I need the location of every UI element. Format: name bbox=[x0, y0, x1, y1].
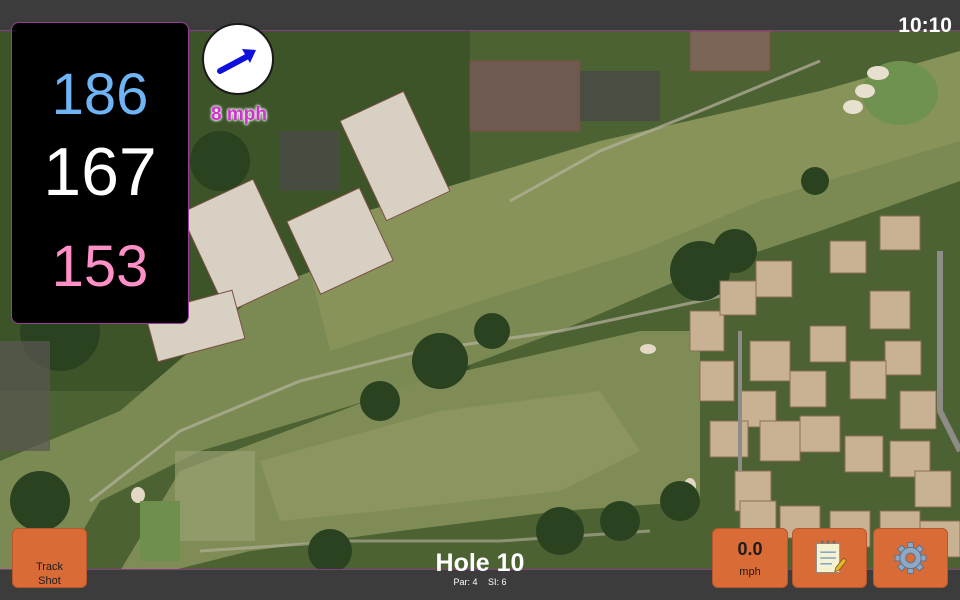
speed-value: 0.0 bbox=[737, 539, 763, 559]
track-shot-button[interactable]: Track Shot bbox=[12, 528, 87, 588]
notes-button[interactable] bbox=[792, 528, 867, 588]
hole-par: Par: 4 bbox=[453, 577, 478, 587]
speed-unit: mph bbox=[739, 566, 761, 578]
back-distance: 186 bbox=[51, 62, 149, 127]
speed-button[interactable]: 0.0 mph bbox=[712, 528, 788, 588]
arrow-northeast-icon bbox=[217, 49, 256, 74]
track-shot-label: Track Shot bbox=[35, 561, 64, 587]
hole-title: Hole 10 bbox=[435, 549, 525, 577]
clock: 10:10 bbox=[898, 14, 952, 37]
notepad-icon bbox=[815, 540, 847, 573]
hole-stroke-index: SI: 6 bbox=[488, 577, 507, 587]
gear-icon bbox=[894, 542, 927, 574]
front-distance: 153 bbox=[51, 234, 149, 299]
wind-direction-indicator bbox=[202, 23, 274, 95]
settings-button[interactable] bbox=[873, 528, 948, 588]
center-distance: 167 bbox=[43, 134, 157, 210]
golf-gps-app: 10:10 186 167 153 8 mph Track Shot Hole … bbox=[0, 0, 960, 600]
hole-meta: Par: 4 SI: 6 bbox=[380, 577, 580, 587]
wind-speed: 8 mph bbox=[211, 104, 267, 125]
distance-panel: 186 167 153 bbox=[11, 22, 189, 324]
